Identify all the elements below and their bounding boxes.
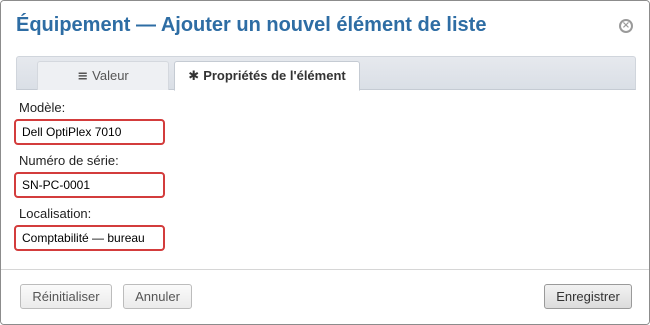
tab-item-properties-label: Propriétés de l'élément [203,68,346,83]
location-label: Localisation: [19,206,92,221]
tab-valeur[interactable]: ≡ Valeur [37,61,169,90]
close-icon-glyph: × [621,20,631,31]
model-field[interactable]: Dell OptiPlex 7010 [14,119,165,145]
asterisk-icon: ✱ [188,69,200,84]
location-field[interactable]: Comptabilité — bureau [14,225,165,251]
cancel-button[interactable]: Annuler [123,284,192,309]
properties-form: Modèle: Dell OptiPlex 7010 Numéro de sér… [1,91,649,269]
save-button[interactable]: Enregistrer [544,284,632,309]
dialog-titlebar: Équipement — Ajouter un nouvel élément d… [1,1,649,53]
serial-number-label: Numéro de série: [19,153,119,168]
dialog-footer: Réinitialiser Annuler Enregistrer [1,270,649,324]
dialog-title: Équipement — Ajouter un nouvel élément d… [16,14,487,36]
tab-strip: ≡ Valeur ✱ Propriétés de l'élément [16,56,636,91]
reset-button[interactable]: Réinitialiser [20,284,112,309]
model-label: Modèle: [19,100,66,115]
tab-valeur-label: Valeur [92,68,129,83]
close-icon[interactable]: × [619,19,633,33]
tab-item-properties[interactable]: ✱ Propriétés de l'élément [174,61,360,91]
list-icon: ≡ [77,69,89,84]
serial-number-field[interactable]: SN-PC-0001 [14,172,165,198]
add-list-item-dialog: Équipement — Ajouter un nouvel élément d… [0,0,650,325]
